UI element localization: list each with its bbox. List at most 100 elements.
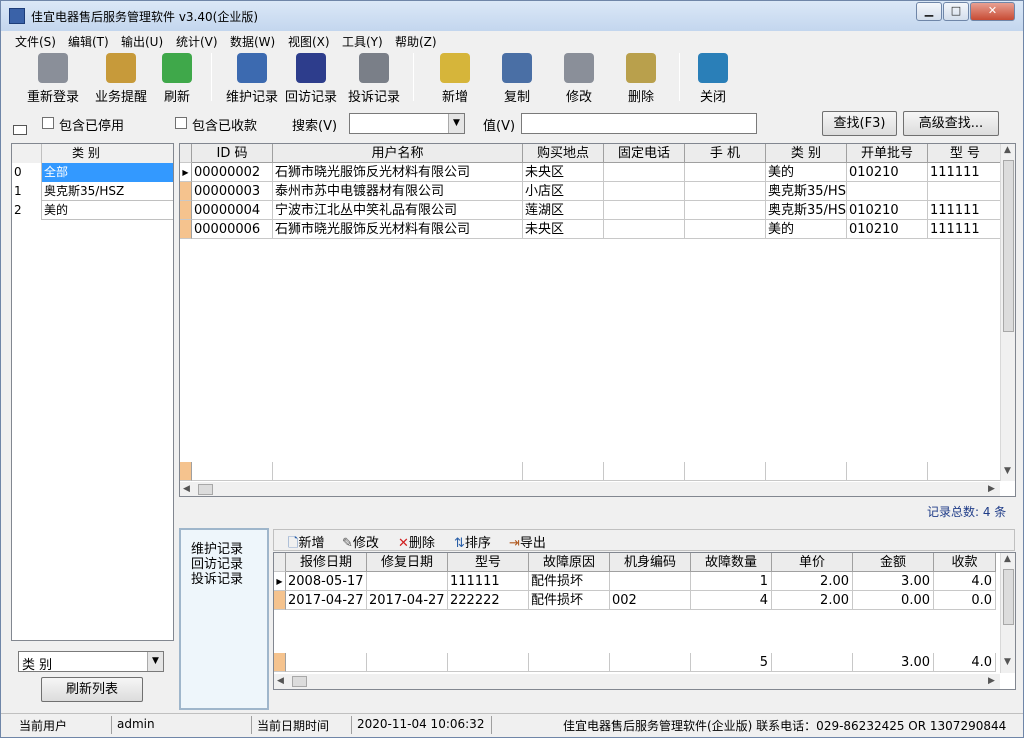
customer-row-cell[interactable]: 未央区 <box>523 220 604 239</box>
column-header[interactable]: 手 机 <box>685 144 766 163</box>
scroll-right-icon[interactable]: ▶ <box>988 676 995 686</box>
repair-row-cell[interactable]: 2008-05-17 <box>286 572 367 591</box>
customer-row-cell[interactable]: 奥克斯35/HSZ <box>766 182 847 201</box>
menu-view[interactable]: 视图(X) <box>288 33 330 50</box>
customer-row-cell[interactable]: 00000002 <box>192 163 273 182</box>
category-filter-combo[interactable]: 类 别 ▼ <box>18 651 164 673</box>
scroll-down-icon[interactable]: ▼ <box>1004 466 1011 476</box>
menu-data[interactable]: 数据(W) <box>230 33 275 50</box>
close-button[interactable]: 关闭 <box>691 51 735 105</box>
row-indicator[interactable] <box>180 182 192 201</box>
maximize-button[interactable]: □ <box>943 2 969 21</box>
reminder-button[interactable]: 业务提醒 <box>89 51 153 105</box>
column-header[interactable]: 机身编码 <box>610 553 691 572</box>
customer-row-cell[interactable]: 奥克斯35/HSZ <box>766 201 847 220</box>
customer-row-cell[interactable]: 莲湖区 <box>523 201 604 220</box>
repair-row-cell[interactable]: 1 <box>691 572 772 591</box>
row-indicator[interactable] <box>180 220 192 239</box>
customer-row-cell[interactable]: 石狮市晓光服饰反光材料有限公司 <box>273 220 523 239</box>
column-header[interactable]: 故障原因 <box>529 553 610 572</box>
detail-delete-button[interactable]: ✕删除 <box>398 532 435 551</box>
menu-edit[interactable]: 编辑(T) <box>68 33 109 50</box>
advanced-find-button[interactable]: 高级查找... <box>903 111 999 136</box>
minimize-button[interactable]: ▁ <box>916 2 942 21</box>
tab-complaint[interactable]: 投诉记录 <box>191 568 243 587</box>
category-row[interactable]: 2 美的 <box>12 201 173 220</box>
column-header[interactable]: 用户名称 <box>273 144 523 163</box>
customer-row-cell[interactable] <box>685 182 766 201</box>
customer-row-cell[interactable]: 美的 <box>766 163 847 182</box>
customer-row-cell[interactable]: 石狮市晓光服饰反光材料有限公司 <box>273 163 523 182</box>
repair-row-cell[interactable]: 222222 <box>448 591 529 610</box>
detail-sort-button[interactable]: ⇅排序 <box>454 532 491 551</box>
scroll-left-icon[interactable]: ◀ <box>277 676 284 686</box>
customer-vertical-scrollbar[interactable]: ▲ ▼ <box>1000 144 1015 481</box>
scroll-thumb[interactable] <box>1003 569 1014 625</box>
edit-button[interactable]: 修改 <box>557 51 601 105</box>
add-button[interactable]: 新增 <box>433 51 477 105</box>
search-value-input[interactable] <box>521 113 757 134</box>
customer-row-cell[interactable]: 010210 <box>847 220 928 239</box>
customer-row-cell[interactable] <box>604 220 685 239</box>
repair-row-cell[interactable]: 002 <box>610 591 691 610</box>
customer-row-cell[interactable]: 111111 <box>928 220 1003 239</box>
repair-row-cell[interactable]: 111111 <box>448 572 529 591</box>
column-header[interactable]: 单价 <box>772 553 853 572</box>
repair-row-cell[interactable]: 配件损坏 <box>529 572 610 591</box>
customer-row-cell[interactable]: 小店区 <box>523 182 604 201</box>
column-header[interactable]: 金额 <box>853 553 934 572</box>
customer-row-cell[interactable]: 美的 <box>766 220 847 239</box>
refresh-list-button[interactable]: 刷新列表 <box>41 677 143 702</box>
include-disabled-checkbox[interactable] <box>42 117 54 129</box>
repair-row-cell[interactable] <box>367 572 448 591</box>
row-indicator[interactable]: ▶ <box>180 163 192 182</box>
scroll-right-icon[interactable]: ▶ <box>988 484 995 494</box>
search-field-combo[interactable]: ▼ <box>349 113 465 134</box>
include-collected-checkbox[interactable] <box>175 117 187 129</box>
detail-export-button[interactable]: ⇥导出 <box>509 532 546 551</box>
chevron-down-icon[interactable]: ▼ <box>448 114 464 133</box>
chevron-down-icon[interactable]: ▼ <box>147 652 163 671</box>
repair-row-cell[interactable]: 4.0 <box>934 572 996 591</box>
repair-row-cell[interactable]: 2.00 <box>772 591 853 610</box>
scroll-left-icon[interactable]: ◀ <box>183 484 190 494</box>
customer-row-cell[interactable]: 00000006 <box>192 220 273 239</box>
find-button[interactable]: 查找(F3) <box>822 111 897 136</box>
scroll-up-icon[interactable]: ▲ <box>1004 554 1011 564</box>
customer-row-cell[interactable] <box>928 182 1003 201</box>
customer-row-cell[interactable]: 010210 <box>847 163 928 182</box>
column-header[interactable]: 修复日期 <box>367 553 448 572</box>
maintenance-record-button[interactable]: 维护记录 <box>219 51 285 105</box>
column-header[interactable]: 固定电话 <box>604 144 685 163</box>
repair-row-cell[interactable]: 2.00 <box>772 572 853 591</box>
customer-row-cell[interactable] <box>685 201 766 220</box>
customer-row-cell[interactable]: 泰州市苏中电镀器材有限公司 <box>273 182 523 201</box>
column-header[interactable]: 开单批号 <box>847 144 928 163</box>
copy-button[interactable]: 复制 <box>495 51 539 105</box>
menu-stats[interactable]: 统计(V) <box>176 33 218 50</box>
scroll-up-icon[interactable]: ▲ <box>1004 145 1011 155</box>
column-header[interactable]: 型号 <box>448 553 529 572</box>
repair-row-cell[interactable]: 0.0 <box>934 591 996 610</box>
repair-row-cell[interactable]: 3.00 <box>853 572 934 591</box>
customer-row-cell[interactable] <box>847 182 928 201</box>
column-header[interactable]: 类 别 <box>766 144 847 163</box>
menu-tools[interactable]: 工具(Y) <box>342 33 383 50</box>
scroll-thumb[interactable] <box>1003 160 1014 332</box>
menu-help[interactable]: 帮助(Z) <box>395 33 437 50</box>
menu-file[interactable]: 文件(S) <box>15 33 56 50</box>
customer-row-cell[interactable]: 111111 <box>928 201 1003 220</box>
repair-row-cell[interactable] <box>610 572 691 591</box>
repair-row-cell[interactable]: 4 <box>691 591 772 610</box>
category-row[interactable]: 1 奥克斯35/HSZ <box>12 182 173 201</box>
row-indicator[interactable] <box>274 591 286 610</box>
refresh-button[interactable]: 刷新 <box>151 51 203 105</box>
column-header[interactable]: 收款 <box>934 553 996 572</box>
customer-row-cell[interactable]: 未央区 <box>523 163 604 182</box>
customer-row-cell[interactable]: 010210 <box>847 201 928 220</box>
customer-row-cell[interactable]: 宁波市江北丛中笑礼品有限公司 <box>273 201 523 220</box>
revisit-record-button[interactable]: 回访记录 <box>283 51 339 105</box>
customer-row-cell[interactable]: 00000003 <box>192 182 273 201</box>
customer-row-cell[interactable] <box>685 163 766 182</box>
complaint-record-button[interactable]: 投诉记录 <box>345 51 403 105</box>
